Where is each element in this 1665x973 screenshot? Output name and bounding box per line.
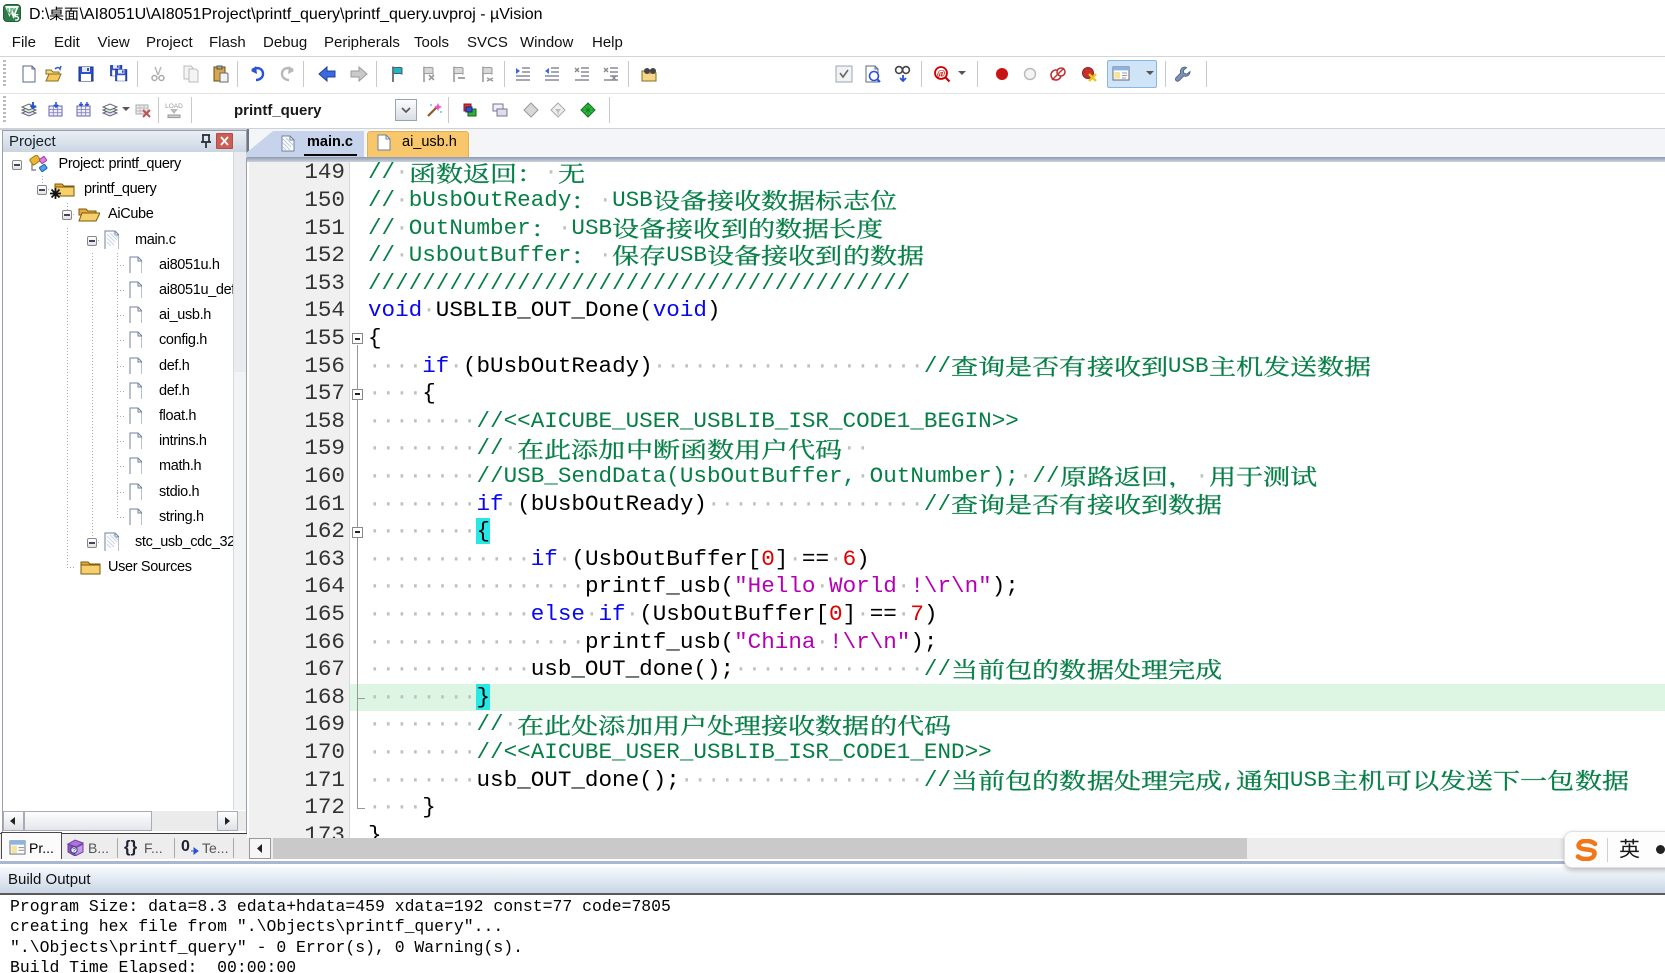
svg-text:@: @ bbox=[937, 69, 945, 79]
svg-text:LOAD: LOAD bbox=[165, 103, 183, 110]
svg-text:?: ? bbox=[72, 847, 76, 854]
